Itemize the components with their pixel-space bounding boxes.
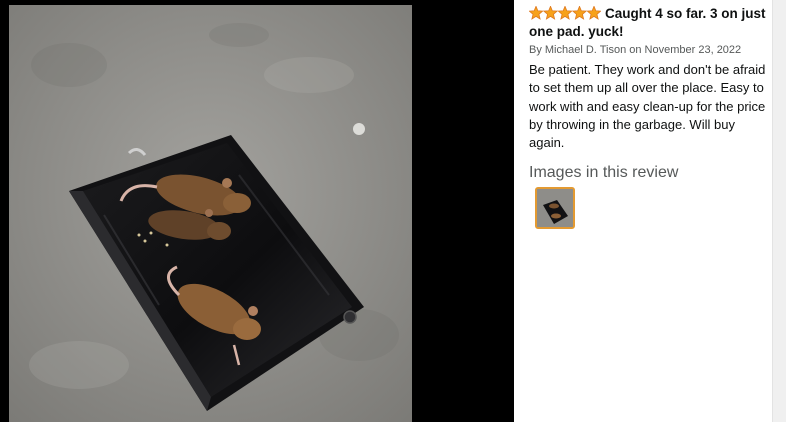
star-icon	[571, 6, 588, 20]
star-icon	[529, 6, 544, 20]
review-body: Be patient. They work and don't be afrai…	[529, 62, 766, 151]
thumbnail-image	[537, 189, 573, 227]
star-icon	[557, 6, 573, 20]
review-headline: Caught 4 so far. 3 on just one pad. yuck…	[529, 5, 769, 41]
review-image-thumbnail[interactable]	[535, 187, 575, 229]
star-icon	[542, 6, 559, 20]
star-rating	[529, 6, 601, 20]
star-icon	[586, 6, 601, 20]
scrollbar[interactable]	[772, 0, 786, 422]
glue-trap-photo	[9, 5, 412, 422]
review-byline: By Michael D. Tison on November 23, 2022	[529, 44, 742, 56]
lightbox-backdrop	[0, 0, 514, 422]
images-section-heading: Images in this review	[529, 164, 679, 181]
review-photo[interactable]	[9, 5, 412, 422]
